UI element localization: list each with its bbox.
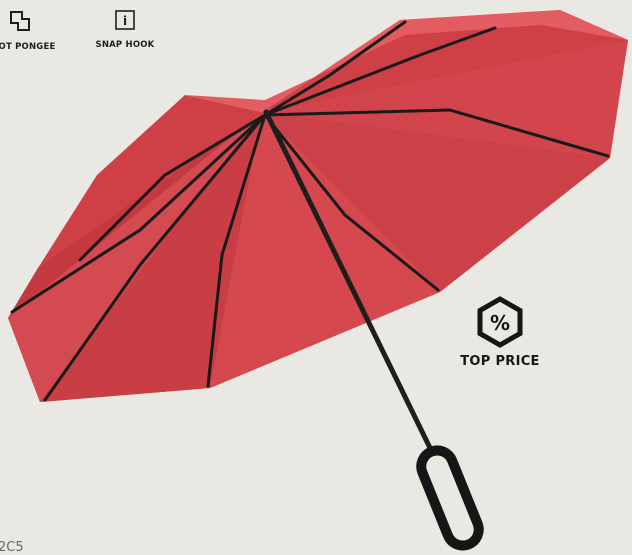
info-icon-glyph: i	[123, 14, 127, 28]
top-price-label: TOP PRICE	[460, 354, 540, 369]
top-price-badge: % TOP PRICE	[452, 296, 548, 369]
info-icon: i	[115, 10, 135, 30]
feature-pongee: OT PONGEE	[0, 10, 57, 52]
fabric-pongee-icon	[10, 11, 30, 31]
umbrella-product-image	[8, 10, 628, 551]
percent-hexagon-icon: %	[477, 296, 523, 348]
feature-snap-hook: i SNAP HOOK	[90, 10, 160, 50]
feature-label: OT PONGEE	[0, 42, 56, 52]
umbrella-handle	[416, 445, 484, 551]
feature-label: SNAP HOOK	[95, 40, 155, 50]
percent-glyph: %	[490, 311, 510, 335]
